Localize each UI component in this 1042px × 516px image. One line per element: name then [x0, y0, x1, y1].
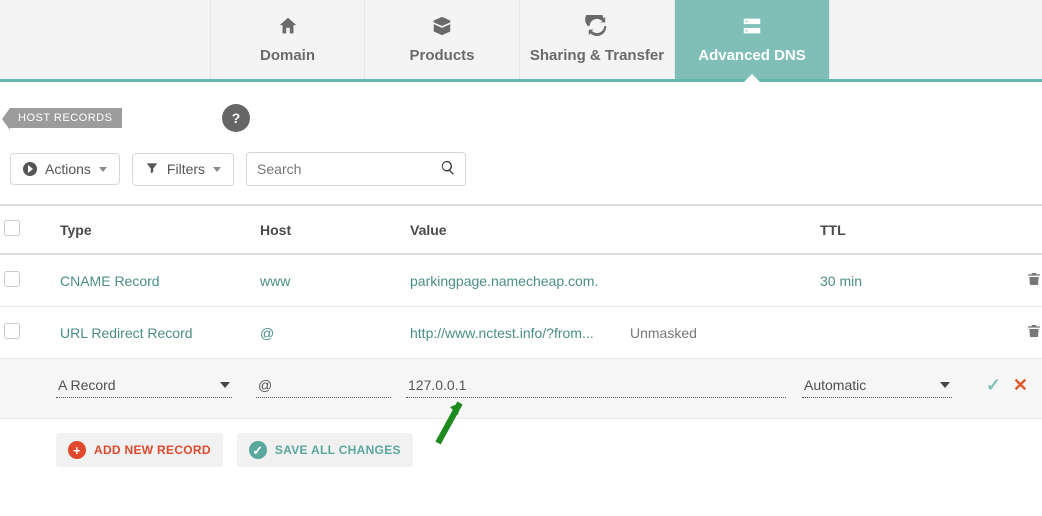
table-row: CNAME Record www parkingpage.namecheap.c…	[0, 255, 1042, 307]
chevron-down-icon	[940, 382, 950, 388]
cell-host[interactable]: @	[256, 325, 406, 341]
add-label: ADD NEW RECORD	[94, 443, 211, 457]
filters-label: Filters	[167, 161, 205, 177]
actions-label: Actions	[45, 161, 91, 177]
ttl-value: Automatic	[804, 377, 866, 393]
cell-ttl[interactable]: 30 min	[816, 273, 986, 289]
host-records-label: HOST RECORDS	[10, 108, 122, 128]
plus-icon: +	[68, 441, 86, 459]
host-input[interactable]	[256, 373, 391, 398]
footer-actions: + ADD NEW RECORD ✓ SAVE ALL CHANGES	[0, 419, 1042, 491]
save-all-changes-button[interactable]: ✓ SAVE ALL CHANGES	[237, 433, 413, 467]
check-icon: ✓	[249, 441, 267, 459]
cell-extra: Unmasked	[626, 325, 816, 341]
tab-label: Advanced DNS	[698, 47, 806, 64]
help-icon[interactable]: ?	[222, 104, 250, 132]
row-checkbox[interactable]	[4, 323, 20, 339]
records-table: Type Host Value TTL CNAME Record www par…	[0, 204, 1042, 419]
share-icon	[584, 15, 610, 41]
top-tabs: Domain Products Sharing & Transfer Advan…	[0, 0, 1042, 82]
tab-advanced-dns[interactable]: Advanced DNS	[675, 0, 830, 79]
save-label: SAVE ALL CHANGES	[275, 443, 401, 457]
section-header: HOST RECORDS ?	[0, 82, 1042, 142]
table-header: Type Host Value TTL	[0, 204, 1042, 255]
cell-type[interactable]: URL Redirect Record	[56, 325, 256, 341]
table-row: URL Redirect Record @ http://www.nctest.…	[0, 307, 1042, 359]
col-ttl: TTL	[816, 222, 986, 238]
box-icon	[429, 15, 455, 41]
chevron-down-icon	[213, 167, 221, 172]
edit-row: A Record Automatic ✓ ✕	[0, 359, 1042, 419]
tab-label: Sharing & Transfer	[530, 47, 664, 64]
chevron-down-icon	[220, 382, 230, 388]
cell-host[interactable]: www	[256, 273, 406, 289]
type-value: A Record	[58, 377, 116, 393]
tab-products[interactable]: Products	[365, 0, 520, 79]
add-new-record-button[interactable]: + ADD NEW RECORD	[56, 433, 223, 467]
ttl-select[interactable]: Automatic	[802, 373, 952, 398]
delete-row-button[interactable]	[1022, 323, 1042, 342]
play-icon	[23, 162, 37, 176]
value-input[interactable]	[406, 373, 786, 398]
cell-value[interactable]: http://www.nctest.info/?from...	[406, 325, 626, 341]
search-icon[interactable]	[440, 160, 456, 179]
cancel-icon[interactable]: ✕	[1013, 375, 1028, 396]
toolbar: Actions Filters	[0, 142, 1042, 204]
server-icon	[739, 15, 765, 41]
type-select[interactable]: A Record	[56, 373, 232, 398]
home-icon	[275, 15, 301, 41]
select-all-checkbox[interactable]	[4, 220, 20, 236]
col-type: Type	[56, 222, 256, 238]
actions-button[interactable]: Actions	[10, 153, 120, 185]
search-wrap	[246, 152, 466, 186]
col-value: Value	[406, 222, 626, 238]
delete-row-button[interactable]	[1022, 271, 1042, 290]
funnel-icon	[145, 161, 159, 178]
confirm-icon[interactable]: ✓	[986, 375, 1001, 396]
cell-value[interactable]: parkingpage.namecheap.com.	[406, 273, 626, 289]
col-host: Host	[256, 222, 406, 238]
tab-label: Products	[409, 47, 474, 64]
filters-button[interactable]: Filters	[132, 153, 234, 186]
chevron-down-icon	[99, 167, 107, 172]
row-checkbox[interactable]	[4, 271, 20, 287]
cell-type[interactable]: CNAME Record	[56, 273, 256, 289]
tab-label: Domain	[260, 47, 315, 64]
tab-sharing[interactable]: Sharing & Transfer	[520, 0, 675, 79]
tab-domain[interactable]: Domain	[210, 0, 365, 79]
search-input[interactable]	[246, 152, 466, 186]
